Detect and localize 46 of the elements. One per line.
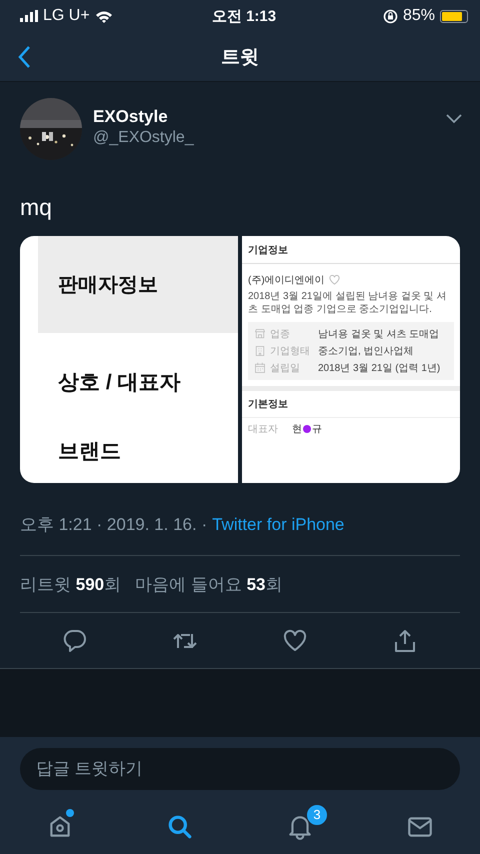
name-text: 현 [292,423,302,436]
battery-percent: 85% [402,7,436,25]
heart-icon[interactable] [282,628,308,654]
stat-count[interactable]: 리트윗 590회 [20,572,122,596]
redaction-dot [303,425,311,433]
user-handle[interactable]: @_EXOstyle_ [93,129,446,147]
search-icon [166,813,194,841]
wifi-icon [94,10,113,22]
company-name: (주)에이디엔에이 [248,274,325,287]
back-icon[interactable] [17,45,31,69]
screen-title: 트윗 [221,46,259,70]
info-label: 대표자 [248,423,278,436]
section-heading: 판매자정보 [58,273,158,298]
rotation-lock-icon [382,8,398,24]
notification-badge: 3 [306,804,328,826]
company-description: 2018년 3월 21일에 설립된 남녀용 겉옷 및 셔츠 도매업 업종 기업으로 중소기업입니다. [247,290,448,316]
section-heading: 기업정보 [242,236,460,264]
section-heading: 기본정보 [242,391,460,418]
share-icon[interactable] [392,628,418,654]
info-value: 중소기업, 법인사업체 [318,345,414,358]
seller-info-label: 상호 / 대표자 [57,370,182,396]
info-label: 업종 [270,328,291,341]
reply-field[interactable]: 답글 트윗하기 [20,748,460,790]
source-link[interactable]: Twitter for iPhone [212,515,344,535]
seller-info-label: 브랜드 [57,439,122,465]
reply-icon[interactable] [62,628,88,654]
info-value: 남녀용 겉옷 및 셔츠 도매업 [318,328,440,341]
battery-icon [440,10,468,22]
chevron-down-icon[interactable] [446,114,462,124]
info-label: 기업형태 [270,345,311,358]
timestamp: 오후 1:21 · 2019. 1. 16. · [20,515,208,535]
stat-count[interactable]: 마음에 들어요 53회 [135,572,282,596]
info-label: 설립일 [270,362,301,375]
name-text: 규 [312,423,322,436]
clock-time: 오전 1:13 [212,6,276,26]
carrier-name: LG U+ [43,7,90,25]
tweet-text: mq [20,193,53,221]
display-name[interactable]: EXOstyle [93,107,446,127]
info-value: 2018년 3월 21일 (업력 1년) [318,362,440,375]
heart-icon [328,275,340,285]
store-icon [254,328,266,340]
calendar-icon [254,362,266,374]
screenshot-panel[interactable]: 판매자정보 상호 / 대표자 브랜드 [20,236,238,483]
building-icon [254,345,266,357]
signal-icon [20,10,38,22]
screenshot-panel[interactable]: 기업정보 (주)에이디엔에이 2018년 3월 21일에 설립된 남녀용 겉옷 및 셔츠 도매업 업종 기업으로 중소기업입니다. 업종 남녀용 겉옷 및 셔츠 도매업 기업형태 중소기업, 법인사업체 설립일 2018년 3월 21일 (업력 1년) 기본정보 대표자 현 규 [242,236,460,483]
